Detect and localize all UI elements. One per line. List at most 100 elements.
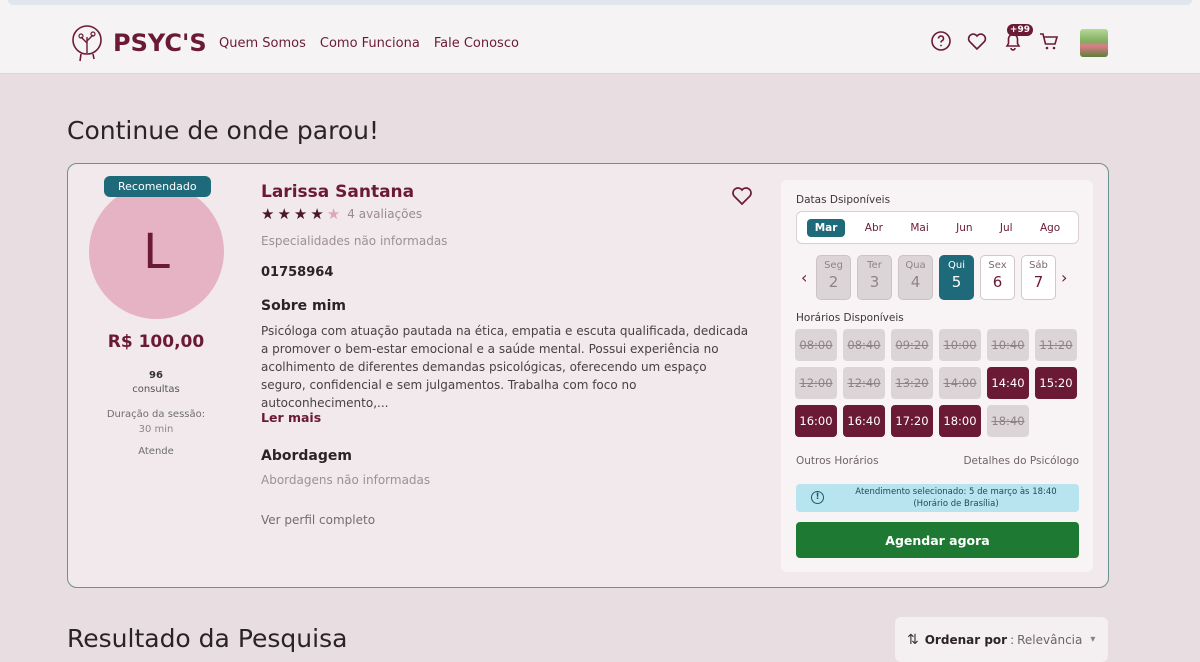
dates-heading: Datas Dsiponíveis <box>796 194 891 206</box>
site-header: PSYC'S Quem Somos Como Funciona Fale Con… <box>0 10 1200 74</box>
main-nav: Quem Somos Como Funciona Fale Conosco <box>219 36 519 51</box>
chevron-down-icon: ▾ <box>1090 634 1096 645</box>
about-heading: Sobre mim <box>261 298 346 314</box>
nav-quem-somos[interactable]: Quem Somos <box>219 36 306 51</box>
notification-badge: +99 <box>1006 24 1033 36</box>
time-slot[interactable]: 13:20 <box>891 367 933 399</box>
atende-label: Atende <box>138 446 174 457</box>
star-empty-icon: ★ <box>326 205 341 223</box>
day-number: 3 <box>869 273 880 291</box>
duration-label: Duração da sessão: <box>106 409 206 420</box>
time-slot[interactable]: 10:40 <box>987 329 1029 361</box>
schedule-links: Outros Horários Detalhes do Psicólogo <box>796 455 1079 467</box>
day-name: Ter <box>867 260 882 271</box>
time-slot[interactable]: 18:00 <box>939 405 981 437</box>
time-slot[interactable]: 16:00 <box>795 405 837 437</box>
star-icon: ★ <box>277 205 291 223</box>
day-name: Qua <box>905 260 926 271</box>
specialties: Especialidades não informadas <box>261 234 448 248</box>
star-icon: ★ <box>261 205 275 223</box>
day-number: 4 <box>910 273 921 291</box>
month-selector: Mar Abr Mai Jun Jul Ago <box>796 211 1079 244</box>
consult-count: 96 <box>149 370 163 381</box>
logo[interactable]: PSYC'S <box>67 23 207 63</box>
selection-text: Atendimento selecionado: 5 de março às 1… <box>836 486 1076 510</box>
nav-fale-conosco[interactable]: Fale Conosco <box>434 36 519 51</box>
results-title: Resultado da Pesquisa <box>67 624 348 653</box>
time-slot[interactable]: 17:20 <box>891 405 933 437</box>
time-slot[interactable]: 14:40 <box>987 367 1029 399</box>
sort-value: Relevância <box>1017 632 1083 647</box>
month-jul[interactable]: Jul <box>992 219 1021 237</box>
day-qui[interactable]: Qui 5 <box>939 255 974 300</box>
book-now-button[interactable]: Agendar agora <box>796 522 1079 558</box>
month-jun[interactable]: Jun <box>948 219 980 237</box>
chevron-left-icon[interactable]: ‹ <box>801 268 813 287</box>
rating-stars: ★ ★ ★ ★ ★ 4 avaliações <box>261 205 422 223</box>
day-name: Sáb <box>1029 260 1048 271</box>
time-slot[interactable]: 14:00 <box>939 367 981 399</box>
page-title: Continue de onde parou! <box>67 116 379 145</box>
time-slot[interactable]: 18:40 <box>987 405 1029 437</box>
sort-arrows-icon: ⇅ <box>907 631 919 648</box>
recommended-badge: Recomendado <box>104 176 211 197</box>
time-slot[interactable]: 16:40 <box>843 405 885 437</box>
day-name: Sex <box>988 260 1007 271</box>
month-ago[interactable]: Ago <box>1032 219 1068 237</box>
time-slot[interactable]: 08:00 <box>795 329 837 361</box>
chevron-right-icon[interactable]: › <box>1061 268 1073 287</box>
view-profile-link[interactable]: Ver perfil completo <box>261 513 375 527</box>
cart-icon[interactable] <box>1038 30 1060 52</box>
month-mai[interactable]: Mai <box>902 219 936 237</box>
day-sab[interactable]: Sáb 7 <box>1021 255 1056 300</box>
favorite-heart-icon[interactable] <box>731 186 753 206</box>
psychologist-avatar: L <box>89 184 224 319</box>
review-count: 4 avaliações <box>347 207 423 221</box>
info-icon: ! <box>811 491 824 504</box>
browser-top-strip <box>0 0 1200 10</box>
day-number: 2 <box>828 273 839 291</box>
day-selector: Seg 2 Ter 3 Qua 4 Qui 5 Sex 6 Sáb 7 <box>816 255 1056 300</box>
tree-head-logo-icon <box>72 25 102 62</box>
heart-icon[interactable] <box>966 30 988 52</box>
approach-text: Abordagens não informadas <box>261 473 431 487</box>
time-slots: 08:00 08:40 09:20 10:00 10:40 11:20 12:0… <box>795 329 1085 437</box>
time-slot[interactable]: 11:20 <box>1035 329 1077 361</box>
star-icon: ★ <box>293 205 308 223</box>
nav-como-funciona[interactable]: Como Funciona <box>320 36 420 51</box>
day-number: 5 <box>951 273 962 291</box>
day-name: Seg <box>824 260 843 271</box>
schedule-panel: Datas Dsiponíveis Mar Abr Mai Jun Jul Ag… <box>781 180 1093 572</box>
time-slot[interactable]: 15:20 <box>1035 367 1077 399</box>
header-actions: +99 <box>930 24 1060 52</box>
day-ter[interactable]: Ter 3 <box>857 255 892 300</box>
time-slot[interactable]: 08:40 <box>843 329 885 361</box>
selection-line-1: Atendimento selecionado: 5 de março às 1… <box>855 487 1057 497</box>
address-bar-edge <box>8 0 1192 5</box>
day-number: 7 <box>1033 273 1044 291</box>
times-heading: Horários Disponíveis <box>796 312 904 324</box>
brand-name: PSYC'S <box>113 29 207 57</box>
day-qua[interactable]: Qua 4 <box>898 255 933 300</box>
time-slot[interactable]: 12:40 <box>843 367 885 399</box>
approach-heading: Abordagem <box>261 448 352 464</box>
psychologist-name[interactable]: Larissa Santana <box>261 182 414 202</box>
selection-info: ! Atendimento selecionado: 5 de março às… <box>796 484 1079 512</box>
month-abr[interactable]: Abr <box>857 219 891 237</box>
details-link[interactable]: Detalhes do Psicólogo <box>963 455 1079 467</box>
time-slot[interactable]: 12:00 <box>795 367 837 399</box>
day-sex[interactable]: Sex 6 <box>980 255 1015 300</box>
about-text: Psicóloga com atuação pautada na ética, … <box>261 324 749 410</box>
sort-dropdown[interactable]: ⇅ Ordenar por : Relevância ▾ <box>895 617 1108 662</box>
consult-label: consultas <box>132 384 180 395</box>
time-slot[interactable]: 10:00 <box>939 329 981 361</box>
other-times-link[interactable]: Outros Horários <box>796 455 879 467</box>
read-more-link[interactable]: Ler mais <box>261 410 321 425</box>
user-avatar[interactable] <box>1080 29 1108 57</box>
month-mar[interactable]: Mar <box>806 218 846 237</box>
day-seg[interactable]: Seg 2 <box>816 255 851 300</box>
duration-value: 30 min <box>138 424 174 435</box>
help-icon[interactable] <box>930 30 952 52</box>
bell-icon[interactable]: +99 <box>1002 24 1033 52</box>
time-slot[interactable]: 09:20 <box>891 329 933 361</box>
